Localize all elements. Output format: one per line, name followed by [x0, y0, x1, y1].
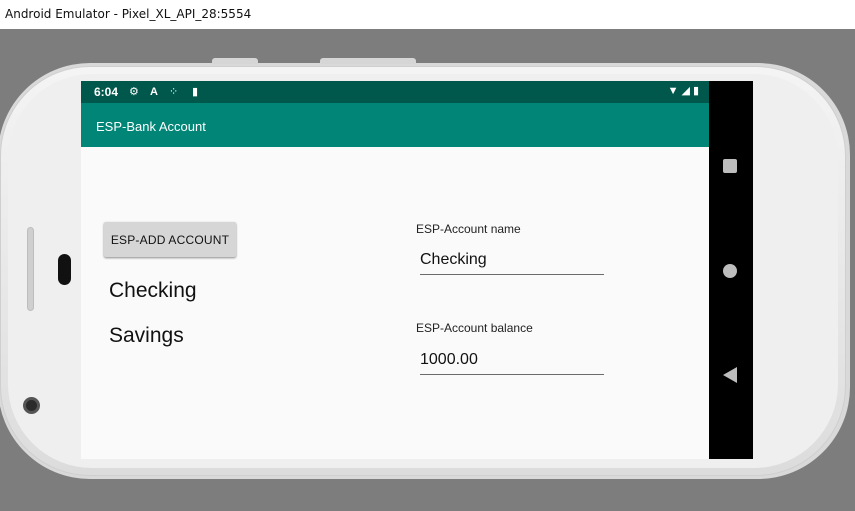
status-time: 6:04 [94, 85, 119, 99]
signal-icon: ◢ [681, 85, 690, 97]
navigation-bar [709, 81, 753, 459]
add-account-button[interactable]: ESP-ADD ACCOUNT [104, 222, 236, 257]
fingerprint-slot [27, 227, 34, 311]
app-title: ESP-Bank Account [96, 119, 206, 134]
home-icon[interactable] [723, 264, 737, 278]
sd-card-icon: ▮ [192, 86, 199, 98]
wifi-icon: ▼ [667, 85, 679, 97]
account-name-field[interactable]: Checking [420, 247, 604, 275]
power-button[interactable] [320, 58, 416, 64]
battery-icon: ▮ [692, 85, 699, 97]
back-icon[interactable] [723, 367, 737, 383]
account-name-label: ESP-Account name [416, 222, 521, 236]
status-bar: 6:04 ⚙ A ⁘ ▮ ▼ ◢ ▮ [81, 81, 709, 103]
volume-button[interactable] [212, 58, 258, 64]
account-name-value[interactable]: Checking [420, 251, 487, 269]
earpiece-speaker [58, 254, 71, 285]
emulator-window-title: Android Emulator - Pixel_XL_API_28:5554 [0, 0, 855, 29]
app-bar: ESP-Bank Account [81, 103, 709, 147]
account-balance-field[interactable]: 1000.00 [420, 347, 604, 375]
status-right-icons: ▼ ◢ ▮ [668, 85, 699, 97]
device-screen: 6:04 ⚙ A ⁘ ▮ ▼ ◢ ▮ ESP-Bank Account ESP-… [81, 81, 709, 459]
account-balance-label: ESP-Account balance [416, 321, 533, 335]
recents-icon[interactable] [723, 159, 737, 173]
account-list-item-checking[interactable]: Checking [109, 279, 197, 303]
account-balance-value[interactable]: 1000.00 [420, 351, 478, 369]
dots-icon: ⁘ [169, 86, 179, 98]
app-a-icon: A [150, 86, 158, 98]
gear-icon: ⚙ [129, 86, 139, 98]
front-camera [23, 397, 40, 414]
account-list-item-savings[interactable]: Savings [109, 324, 184, 348]
